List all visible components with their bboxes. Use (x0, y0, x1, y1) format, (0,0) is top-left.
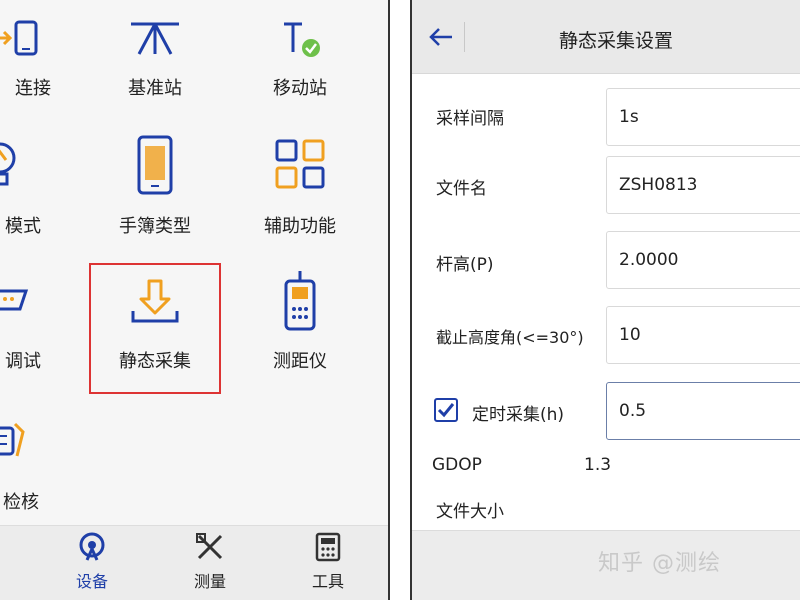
file-size-label: 文件大小 (436, 502, 504, 522)
phone-connect-icon (0, 20, 38, 56)
antenna-icon (79, 532, 105, 561)
grid-item-rangefinder[interactable]: 测距仪 (225, 265, 375, 395)
filename-field[interactable]: ZSH0813 (606, 156, 800, 214)
nav-tab-device[interactable]: 设备 (52, 532, 132, 592)
rover-icon (284, 22, 320, 57)
bottom-navigation: 设备 测量 工具 (0, 525, 388, 600)
filename-label: 文件名 (436, 179, 487, 199)
page-title: 静态采集设置 (558, 30, 673, 52)
timed-collection-checkbox[interactable] (434, 398, 458, 422)
ruler-pencil-icon (196, 533, 223, 560)
footer-bar: 知乎 @测绘 (412, 530, 800, 600)
grid-label: 静态采集 (119, 351, 191, 372)
gdop-value: 1.3 (584, 455, 612, 475)
gdop-label: GDOP (432, 455, 482, 475)
serial-port-icon (0, 289, 29, 311)
grid-label: 移动站 (273, 78, 327, 99)
handheld-icon (137, 135, 173, 195)
grid-label: 基准站 (128, 78, 182, 99)
pole-height-label: 杆高(P) (436, 255, 494, 275)
base-station-icon (131, 22, 179, 55)
function-grid: 连接 基准站 移动站 模式 手簿类型 辅助功能 调试 静态采集 测距仪 检核 (0, 0, 388, 525)
grid-item-base-station[interactable]: 基准站 (80, 0, 230, 130)
download-icon (131, 279, 179, 323)
grid-label: 测距仪 (273, 351, 327, 372)
grid-label: 辅助功能 (264, 216, 336, 237)
grid-item-rover[interactable]: 移动站 (225, 0, 375, 130)
cutoff-angle-field[interactable]: 10 (606, 306, 800, 364)
static-settings-screen: 静态采集设置 采样间隔 1s 文件名 ZSH0813 杆高(P) 2.0000 … (410, 0, 800, 600)
grid-item-auxiliary[interactable]: 辅助功能 (225, 130, 375, 260)
nav-label: 设备 (75, 572, 108, 591)
grid-label: 手簿类型 (119, 216, 191, 237)
interval-label: 采样间隔 (436, 109, 504, 129)
cutoff-angle-label: 截止高度角(<=30°) (436, 328, 584, 347)
timed-collection-label: 定时采集(h) (472, 405, 565, 425)
grid-item-static-collection[interactable]: 静态采集 (80, 265, 230, 395)
bulb-icon (0, 142, 16, 186)
grid-apps-icon (275, 139, 325, 189)
watermark-text: 知乎 @测绘 (598, 551, 721, 576)
rangefinder-icon (284, 271, 316, 331)
grid-label: 检核 (3, 492, 39, 513)
interval-field[interactable]: 1s (606, 88, 800, 146)
nav-tab-tools[interactable]: 工具 (288, 532, 368, 592)
grid-item-handheld-type[interactable]: 手簿类型 (80, 130, 230, 260)
pole-height-field[interactable]: 2.0000 (606, 231, 800, 289)
device-menu-screen: 连接 基准站 移动站 模式 手簿类型 辅助功能 调试 静态采集 测距仪 检核 设… (0, 0, 390, 600)
check-tools-icon (0, 422, 25, 457)
nav-label: 测量 (193, 572, 226, 591)
timed-collection-field[interactable]: 0.5 (606, 382, 800, 440)
check-icon (437, 403, 455, 418)
grid-item-check[interactable]: 检核 (0, 400, 95, 530)
nav-label: 工具 (311, 572, 344, 591)
app-header: 静态采集设置 (412, 0, 800, 74)
calculator-icon (315, 532, 341, 562)
nav-tab-survey[interactable]: 测量 (170, 532, 250, 592)
